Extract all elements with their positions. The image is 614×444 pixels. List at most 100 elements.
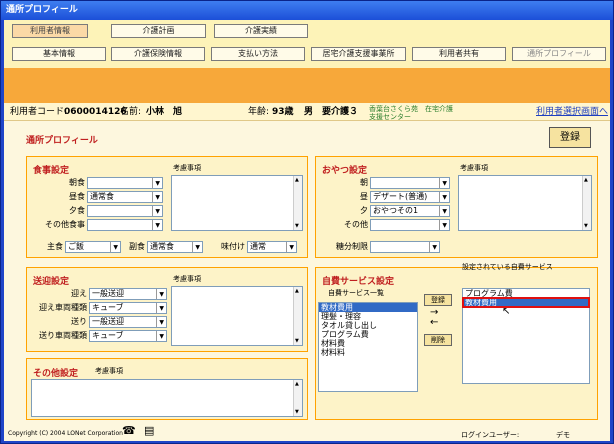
taste-label: 味付け	[221, 242, 245, 251]
scroll-down-icon[interactable]: ▼	[295, 223, 299, 229]
pickup-vehicle-select[interactable]: キューブ ▼	[89, 302, 167, 314]
other-memo[interactable]: ▲ ▼	[31, 379, 303, 417]
lunch-select[interactable]: 通常食 ▼	[87, 191, 163, 203]
snack-noon-value: デザート(普通)	[373, 192, 428, 201]
pickup-select[interactable]: 一般送迎 ▼	[89, 288, 167, 300]
remove-service-button[interactable]: 削除	[424, 334, 452, 346]
list-item[interactable]: 教材費用	[319, 303, 417, 312]
chevron-down-icon: ▼	[432, 244, 437, 251]
scroll-down-icon[interactable]: ▼	[584, 223, 588, 229]
selfpay-list-label: 自費サービス一覧	[328, 289, 384, 297]
list-item[interactable]: 理髪・理容	[319, 312, 417, 321]
meal-memo[interactable]: ▲ ▼	[171, 175, 303, 231]
phone-icon[interactable]: ☎	[122, 424, 136, 437]
register-button[interactable]: 登録	[549, 127, 591, 148]
selected-services-list[interactable]: プログラム費 教材費用	[462, 288, 590, 384]
snack-panel: おやつ設定 考慮事項 朝 ▼ 昼 デザート(普通) ▼ 夕 おやつその1 ▼ その他…	[315, 156, 598, 258]
tab-payment[interactable]: 支払い方法	[211, 47, 305, 61]
side-dish-select[interactable]: 通常食 ▼	[147, 241, 203, 253]
user-code: 0600014126	[64, 107, 127, 117]
breakfast-select[interactable]: ▼	[87, 177, 163, 189]
tab-care-record[interactable]: 介護実績	[214, 24, 308, 38]
side-dish-value: 通常食	[150, 242, 174, 251]
page-title: 通所プロフィール	[26, 136, 98, 146]
dropoff-select[interactable]: 一般送迎 ▼	[89, 316, 167, 328]
other-title: その他設定	[33, 369, 79, 379]
copyright: Copyright (C) 2004 LONet Corporation	[8, 430, 123, 437]
chevron-down-icon: ▼	[155, 194, 160, 201]
footer: Copyright (C) 2004 LONet Corporation ☎ ▤…	[4, 424, 610, 441]
list-item[interactable]: 材料費	[319, 339, 417, 348]
scroll-down-icon[interactable]: ▼	[295, 409, 299, 415]
main-dish-select[interactable]: ご飯 ▼	[65, 241, 121, 253]
scroll-down-icon[interactable]: ▼	[295, 338, 299, 344]
age-label: 年齢:	[248, 107, 270, 117]
add-service-button[interactable]: 登録	[424, 294, 452, 306]
snack-memo[interactable]: ▲ ▼	[458, 175, 592, 231]
snack-morning-label: 朝	[360, 178, 368, 187]
other-panel: その他設定 考慮事項 ▲ ▼	[26, 358, 308, 420]
dropoff-label: 送り	[71, 317, 87, 326]
gender: 男	[304, 107, 314, 117]
chevron-down-icon: ▼	[195, 244, 200, 251]
dropoff-vehicle-value: キューブ	[92, 331, 124, 340]
list-item[interactable]: タオル貸し出し	[319, 321, 417, 330]
scrollbar[interactable]: ▲ ▼	[582, 176, 591, 230]
window-title: 通所プロフィール	[1, 1, 613, 20]
dinner-select[interactable]: ▼	[87, 205, 163, 217]
snack-morning-select[interactable]: ▼	[370, 177, 450, 189]
tab-user-info[interactable]: 利用者情報	[12, 24, 88, 38]
snack-other-select[interactable]: ▼	[370, 219, 450, 231]
scroll-up-icon[interactable]: ▲	[584, 177, 588, 183]
transport-title: 送迎設定	[33, 277, 70, 287]
user-code-label: 利用者コード:	[10, 107, 68, 117]
tab-user-share[interactable]: 利用者共有	[412, 47, 506, 61]
chevron-down-icon: ▼	[289, 244, 294, 251]
snack-other-label: その他	[344, 220, 368, 229]
books-icon[interactable]: ▤	[144, 424, 154, 437]
cursor-icon: ↖	[502, 306, 511, 317]
snack-evening-value: おやつその1	[373, 206, 419, 215]
scroll-up-icon[interactable]: ▲	[295, 381, 299, 387]
scrollbar[interactable]: ▲ ▼	[293, 380, 302, 416]
user-select-link[interactable]: 利用者選択画面へ	[536, 103, 608, 121]
meal-memo-label: 考慮事項	[173, 164, 201, 172]
dropoff-value: 一般送迎	[92, 317, 124, 326]
sugar-limit-select[interactable]: ▼	[370, 241, 440, 253]
scrollbar[interactable]: ▲ ▼	[293, 176, 302, 230]
selfpay-set-label: 設定されている自費サービス	[462, 263, 553, 271]
arrow-left-icon: ←	[430, 317, 439, 328]
scrollbar[interactable]: ▲ ▼	[293, 287, 302, 345]
taste-select[interactable]: 通常 ▼	[247, 241, 297, 253]
list-item[interactable]: 教材費用	[462, 297, 590, 308]
list-item[interactable]: 材料料	[319, 348, 417, 357]
snack-noon-select[interactable]: デザート(普通) ▼	[370, 191, 450, 203]
dropoff-vehicle-select[interactable]: キューブ ▼	[89, 330, 167, 342]
list-item[interactable]: プログラム費	[319, 330, 417, 339]
chevron-down-icon: ▼	[159, 305, 164, 312]
available-services-list[interactable]: 教材費用 理髪・理容 タオル貸し出し プログラム費 材料費 材料料	[318, 302, 418, 392]
snack-memo-label: 考慮事項	[460, 164, 488, 172]
tab-care-plan[interactable]: 介護計画	[111, 24, 206, 38]
chevron-down-icon: ▼	[159, 333, 164, 340]
chevron-down-icon: ▼	[442, 180, 447, 187]
chevron-down-icon: ▼	[159, 291, 164, 298]
list-item[interactable]: プログラム費	[463, 289, 589, 298]
selfpay-panel: 自費サービス設定 自費サービス一覧 設定されている自費サービス 教材費用 理髪・…	[315, 263, 598, 420]
side-dish-label: 副食	[129, 242, 145, 251]
other-memo-label: 考慮事項	[95, 367, 123, 375]
tab-insurance-info[interactable]: 介護保険情報	[111, 47, 205, 61]
scroll-up-icon[interactable]: ▲	[295, 177, 299, 183]
tab-care-office[interactable]: 居宅介護支援事業所	[311, 47, 406, 61]
user-name-label: 名前:	[120, 107, 142, 117]
lunch-value: 通常食	[90, 192, 114, 201]
tab-basic-info[interactable]: 基本情報	[12, 47, 106, 61]
snack-evening-select[interactable]: おやつその1 ▼	[370, 205, 450, 217]
user-name: 小林 旭	[146, 107, 183, 117]
tab-day-profile[interactable]: 通所プロフィール	[512, 47, 606, 61]
client-area: 利用者情報 介護計画 介護実績 基本情報 介護保険情報 支払い方法 居宅介護支援…	[4, 20, 610, 441]
transport-memo[interactable]: ▲ ▼	[171, 286, 303, 346]
transport-panel: 送迎設定 考慮事項 迎え 一般送迎 ▼ 迎え車両種類 キューブ ▼ 送り 一般送迎 ▼…	[26, 267, 308, 352]
scroll-up-icon[interactable]: ▲	[295, 288, 299, 294]
other-meal-select[interactable]: ▼	[87, 219, 163, 231]
